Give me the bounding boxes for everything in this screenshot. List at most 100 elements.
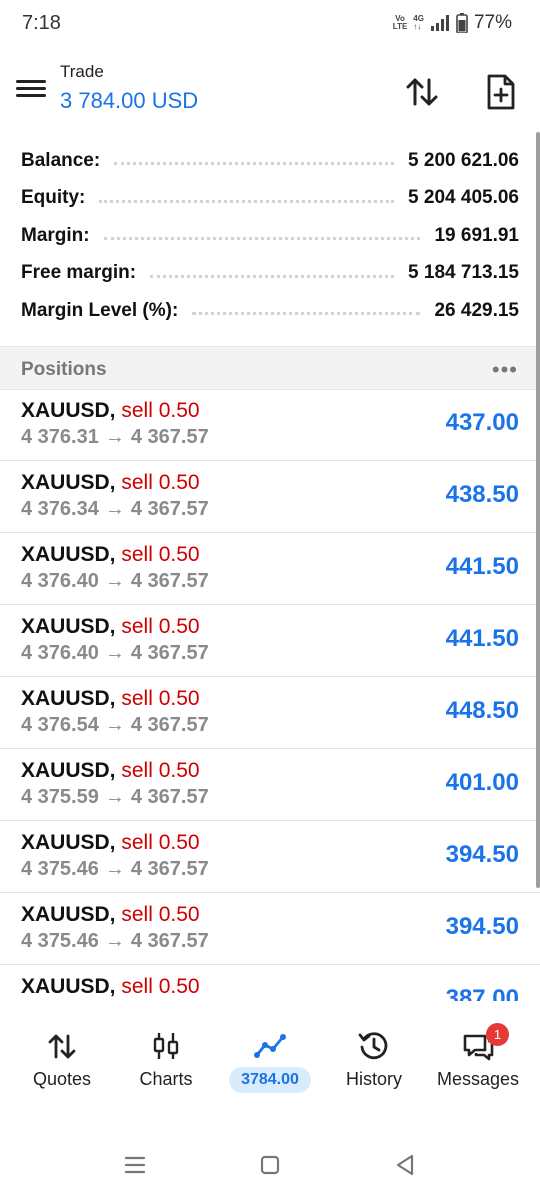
position-row[interactable]: XAUUSD, sell 0.50 4 376.40 → 4 367.57 441.… <box>0 605 540 677</box>
position-profit: 441.50 <box>445 553 519 580</box>
volte-icon: Vo LTE <box>392 14 408 31</box>
open-price: 4 376.31 <box>21 426 99 448</box>
open-price: 4 375.59 <box>21 786 99 808</box>
position-profit: 441.50 <box>445 625 519 652</box>
dotted-leader <box>114 162 395 166</box>
dotted-leader <box>99 199 395 203</box>
charts-icon <box>153 1033 179 1059</box>
open-price: 4 375.46 <box>21 930 99 952</box>
summary-row-margin-level: Margin Level (%): 26 429.15 <box>0 292 540 330</box>
position-side: sell 0.50 <box>121 615 200 638</box>
arrow-right-icon: → <box>104 498 125 520</box>
position-row[interactable]: XAUUSD, sell 0.50 4 376.31 → 4 367.57 437.… <box>0 389 540 461</box>
position-row[interactable]: XAUUSD, sell 0.50 4 375.59 → 4 367.57 401.… <box>0 749 540 821</box>
position-side: sell 0.50 <box>121 399 200 422</box>
position-profit: 437.00 <box>445 409 519 436</box>
nav-label: History <box>345 1069 402 1089</box>
nav-quotes[interactable]: Quotes <box>8 1001 116 1101</box>
summary-label: Margin: <box>21 224 90 246</box>
battery-icon <box>456 13 468 33</box>
position-symbol: XAUUSD, <box>21 975 116 998</box>
dotted-leader <box>192 312 421 316</box>
arrow-right-icon: → <box>104 426 125 448</box>
more-options-icon[interactable]: ••• <box>492 357 518 383</box>
position-profit: 401.00 <box>445 769 519 796</box>
status-time: 7:18 <box>22 12 61 34</box>
position-side: sell 0.50 <box>121 975 200 998</box>
position-row[interactable]: XAUUSD, sell 0.50 4 376.34 → 4 367.57 438.… <box>0 461 540 533</box>
position-row[interactable]: XAUUSD, sell 0.50 4 375.46 → 4 367.57 394.… <box>0 821 540 893</box>
nav-history[interactable]: History <box>320 1001 428 1101</box>
arrow-right-icon: → <box>104 714 125 736</box>
current-price: 4 367.57 <box>130 570 209 592</box>
position-symbol: XAUUSD, <box>21 759 116 782</box>
summary-value: 5 184 713.15 <box>408 262 519 284</box>
status-icons: Vo LTE 4G ↑↓ 77% <box>393 12 512 34</box>
battery-percent: 77% <box>473 12 512 33</box>
position-profit: 394.50 <box>445 841 519 868</box>
summary-label: Equity: <box>21 187 86 209</box>
position-row[interactable]: XAUUSD, sell 0.50 4 376.40 → 4 367.57 441.… <box>0 533 540 605</box>
network-4g-icon: 4G ↑↓ <box>413 14 424 31</box>
position-side: sell 0.50 <box>121 471 200 494</box>
summary-row-free-margin: Free margin: 5 184 713.15 <box>0 255 540 293</box>
trade-icon <box>254 1034 286 1058</box>
positions-header: Positions ••• <box>0 346 540 390</box>
nav-charts[interactable]: Charts <box>112 1001 220 1101</box>
title-block: Trade 3 784.00 USD <box>60 62 198 114</box>
account-profit: 3 784.00 USD <box>60 88 199 113</box>
nav-trade[interactable]: 3784.00 <box>216 1001 324 1101</box>
open-price: 4 376.54 <box>21 714 99 736</box>
position-symbol: XAUUSD, <box>21 903 116 926</box>
summary-row-balance: Balance: 5 200 621.06 <box>0 142 540 180</box>
position-profit: 394.50 <box>445 913 519 940</box>
open-price: 4 376.40 <box>21 642 99 664</box>
signal-icon <box>430 15 449 31</box>
notification-badge: 1 <box>486 1023 509 1046</box>
arrow-right-icon: → <box>104 930 125 952</box>
home-icon[interactable] <box>255 1150 285 1180</box>
menu-icon[interactable] <box>16 76 46 106</box>
position-row[interactable]: XAUUSD, sell 0.50 4 376.54 → 4 367.57 448.… <box>0 677 540 749</box>
sort-icon[interactable] <box>402 72 442 112</box>
summary-value: 19 691.91 <box>434 224 519 246</box>
position-profit: 448.50 <box>445 697 519 724</box>
nav-label: Messages <box>436 1069 520 1089</box>
app-header: Trade 3 784.00 USD <box>0 50 540 134</box>
system-nav-bar <box>0 1128 540 1200</box>
summary-label: Balance: <box>21 149 101 171</box>
current-price: 4 367.57 <box>130 858 209 880</box>
current-price: 4 367.57 <box>130 426 209 448</box>
positions-title: Positions <box>21 359 107 380</box>
open-price: 4 376.34 <box>21 498 99 520</box>
summary-row-equity: Equity: 5 204 405.06 <box>0 180 540 218</box>
recents-icon[interactable] <box>120 1150 150 1180</box>
position-profit: 387.00 <box>445 985 519 1001</box>
position-profit: 438.50 <box>445 481 519 508</box>
position-row[interactable]: XAUUSD, sell 0.50 4 375.46 → 4 367.57 394.… <box>0 893 540 965</box>
position-side: sell 0.50 <box>121 543 200 566</box>
position-row[interactable]: XAUUSD, sell 0.50 387.00 <box>0 965 540 1001</box>
status-bar: 7:18 Vo LTE 4G ↑↓ 77% <box>0 0 540 50</box>
positions-list[interactable]: XAUUSD, sell 0.50 4 376.31 → 4 367.57 437.… <box>0 389 540 1001</box>
summary-row-margin: Margin: 19 691.91 <box>0 217 540 255</box>
bottom-nav: Quotes Charts 3784.00 History 1 Messages <box>0 1001 540 1101</box>
arrow-right-icon: → <box>104 786 125 808</box>
arrow-right-icon: → <box>104 858 125 880</box>
current-price: 4 367.57 <box>130 642 209 664</box>
position-side: sell 0.50 <box>121 687 200 710</box>
arrow-right-icon: → <box>104 642 125 664</box>
back-icon[interactable] <box>390 1150 420 1180</box>
scrollbar[interactable] <box>536 132 540 888</box>
position-symbol: XAUUSD, <box>21 831 116 854</box>
history-icon <box>358 1032 388 1060</box>
current-price: 4 367.57 <box>130 498 209 520</box>
new-order-icon[interactable] <box>481 72 521 112</box>
dotted-leader <box>150 274 395 278</box>
position-symbol: XAUUSD, <box>21 687 116 710</box>
position-side: sell 0.50 <box>121 759 200 782</box>
nav-label: Quotes <box>32 1069 92 1089</box>
position-symbol: XAUUSD, <box>21 543 116 566</box>
quotes-icon <box>48 1034 76 1059</box>
nav-messages[interactable]: 1 Messages <box>424 1001 532 1101</box>
